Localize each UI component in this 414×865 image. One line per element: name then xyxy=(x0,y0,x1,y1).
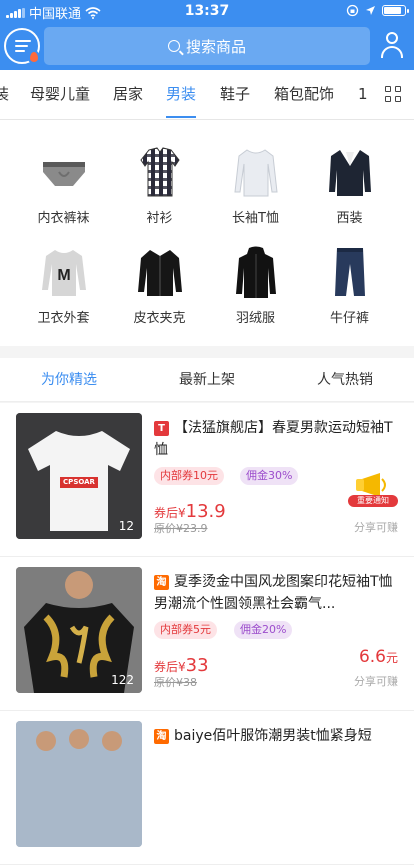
product-image[interactable] xyxy=(16,721,142,847)
product-image[interactable]: 122 xyxy=(16,567,142,693)
search-bar[interactable]: 搜索商品 xyxy=(44,27,370,65)
long-sleeve-tee-icon xyxy=(231,146,281,198)
product-title: 淘 baiye佰叶服饰潮男装t恤紧身短 xyxy=(154,725,400,769)
megaphone-icon[interactable]: 重要通知 xyxy=(348,473,398,507)
tab-new-arrivals[interactable]: 最新上架 xyxy=(138,358,276,402)
subcategory-grid: 内衣裤袜 衬衫 长袖T恤 西装 M 卫衣外套 皮衣夹克 羽绒服 牛仔裤 xyxy=(0,120,414,346)
subcategory-leather-jackets[interactable]: 皮衣夹克 xyxy=(108,246,211,326)
subcategory-down-coats[interactable]: 羽绒服 xyxy=(204,246,307,326)
coupon-badge: 内部券5元 xyxy=(154,621,217,639)
subcategory-long-sleeve-tee[interactable]: 长袖T恤 xyxy=(204,146,307,226)
currency-symbol: ¥ xyxy=(178,506,186,520)
category-tabs: 装 母婴儿童 居家 男装 鞋子 箱包配饰 1 xyxy=(0,70,414,120)
svg-text:M: M xyxy=(57,267,70,284)
tab-bags-accessories[interactable]: 箱包配饰 xyxy=(274,70,334,119)
subcategory-label: 西装 xyxy=(336,211,363,226)
subcategory-underwear[interactable]: 内衣裤袜 xyxy=(12,146,115,226)
share-earn-text[interactable]: 分享可赚 xyxy=(354,673,398,689)
user-profile-button[interactable] xyxy=(380,32,404,60)
original-price: 原价¥38 xyxy=(154,676,197,689)
share-earn-text[interactable]: 分享可赚 xyxy=(354,519,398,535)
tab-partial[interactable]: 装 xyxy=(0,70,9,119)
coupon-price: 券后¥13.9 xyxy=(154,501,226,522)
subcategory-shirts[interactable]: 衬衫 xyxy=(108,146,211,226)
location-icon xyxy=(366,6,375,15)
tab-home[interactable]: 居家 xyxy=(113,70,143,119)
tab-baby-kids[interactable]: 母婴儿童 xyxy=(30,70,90,119)
feed-tabs: 为你精选 最新上架 人气热销 xyxy=(0,358,414,402)
product-title: 淘夏季烫金中国风龙图案印花短袖T恤男潮流个性圆领黑社会霸气... xyxy=(154,571,400,615)
taobao-icon: 淘 xyxy=(154,575,169,590)
product-card[interactable]: 122 淘夏季烫金中国风龙图案印花短袖T恤男潮流个性圆领黑社会霸气... 内部券… xyxy=(0,557,414,711)
flame-icon xyxy=(28,50,40,64)
earn-amount: 6.6元 xyxy=(359,647,398,667)
tmall-icon: T xyxy=(154,421,169,436)
price-label: 券后 xyxy=(154,660,179,674)
tab-shoes[interactable]: 鞋子 xyxy=(220,70,250,119)
category-menu-button[interactable] xyxy=(4,28,40,64)
price-label: 券后 xyxy=(154,506,179,520)
price-value: 13.9 xyxy=(185,501,226,522)
subcategory-label: 长袖T恤 xyxy=(232,211,279,226)
product-card[interactable]: 淘 baiye佰叶服饰潮男装t恤紧身短 xyxy=(0,711,414,865)
product-card[interactable]: CPSOAR 12 T 【法猛旗舰店】春夏男款运动短袖T恤 内部券10元 佣金30… xyxy=(0,403,414,557)
currency-symbol: ¥ xyxy=(178,660,186,674)
subcategory-sweatshirts[interactable]: M 卫衣外套 xyxy=(12,246,115,326)
tab-partial-next[interactable]: 1 xyxy=(358,70,368,119)
commission-badge: 佣金20% xyxy=(234,621,293,639)
coupon-badge: 内部券10元 xyxy=(154,467,224,485)
subcategory-label: 牛仔裤 xyxy=(329,311,369,326)
product-title-text: baiye佰叶服饰潮男装t恤紧身短 xyxy=(174,728,372,744)
image-count: 122 xyxy=(111,673,134,687)
grid-icon[interactable] xyxy=(374,70,414,119)
status-bar: 中国联通 13:37 xyxy=(0,0,414,24)
coupon-price: 券后¥33 xyxy=(154,655,209,676)
subcategory-label: 皮衣夹克 xyxy=(133,311,186,326)
product-title: T 【法猛旗舰店】春夏男款运动短袖T恤 xyxy=(154,417,400,461)
image-count: 12 xyxy=(118,519,134,533)
subcategory-label: 衬衫 xyxy=(146,211,173,226)
subcategory-jeans[interactable]: 牛仔裤 xyxy=(298,246,401,326)
notice-badge-text: 重要通知 xyxy=(357,496,389,505)
leather-jacket-icon xyxy=(135,246,185,298)
app-header: 中国联通 13:37 搜索商品 xyxy=(0,0,414,70)
battery-icon xyxy=(382,5,409,16)
subcategory-label: 卫衣外套 xyxy=(37,311,90,326)
taobao-icon: 淘 xyxy=(154,729,169,744)
sweatshirt-icon: M xyxy=(39,246,89,298)
original-price: 原价¥23.9 xyxy=(154,522,208,535)
tab-recommended[interactable]: 为你精选 xyxy=(0,358,138,402)
earn-unit: 元 xyxy=(385,651,398,665)
orientation-lock-icon xyxy=(346,4,359,17)
search-icon xyxy=(167,40,180,52)
product-title-text: 【法猛旗舰店】春夏男款运动短袖T恤 xyxy=(154,420,393,458)
subcategory-label: 羽绒服 xyxy=(235,311,275,326)
plaid-shirt-icon xyxy=(135,146,185,198)
user-icon xyxy=(386,32,398,44)
commission-badge: 佣金30% xyxy=(240,467,299,485)
shirt-print-text: CPSOAR xyxy=(63,478,95,486)
jeans-icon xyxy=(325,246,375,298)
subcategory-suits[interactable]: 西装 xyxy=(298,146,401,226)
search-placeholder: 搜索商品 xyxy=(185,37,246,56)
earn-value: 6.6 xyxy=(358,647,386,667)
tab-menswear[interactable]: 男装 xyxy=(166,70,197,119)
product-image[interactable]: CPSOAR 12 xyxy=(16,413,142,539)
price-value: 33 xyxy=(185,655,209,676)
subcategory-label: 内衣裤袜 xyxy=(37,211,90,226)
underwear-icon xyxy=(39,146,89,198)
down-coat-icon xyxy=(231,246,281,298)
suit-jacket-icon xyxy=(325,146,375,198)
product-title-text: 夏季烫金中国风龙图案印花短袖T恤男潮流个性圆领黑社会霸气... xyxy=(154,574,393,612)
tab-best-sellers[interactable]: 人气热销 xyxy=(276,358,414,402)
